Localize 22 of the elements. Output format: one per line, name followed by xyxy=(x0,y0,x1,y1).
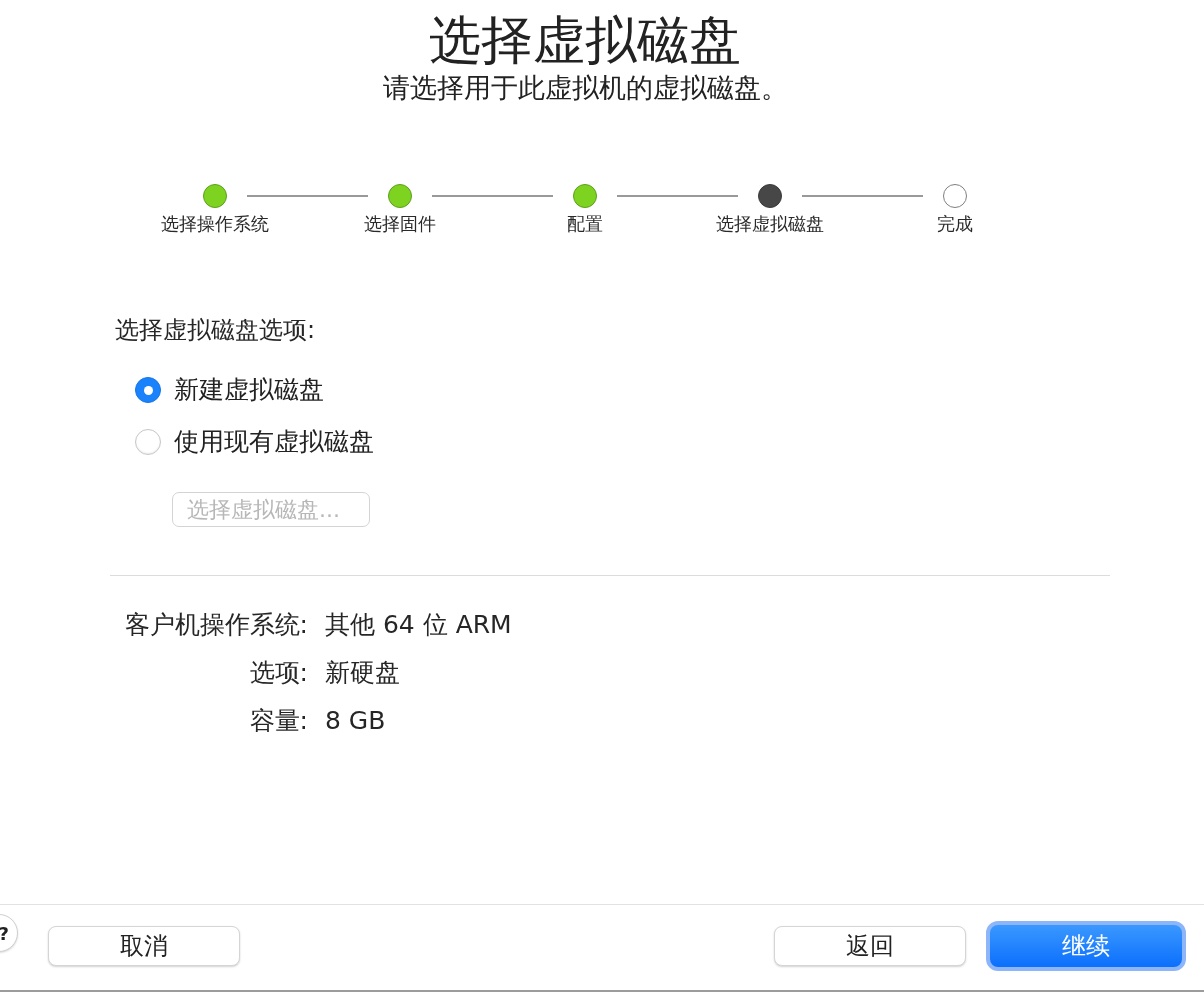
help-button[interactable]: ? xyxy=(0,914,18,952)
summary-value: 新硬盘 xyxy=(325,657,401,689)
step-label: 选择虚拟磁盘 xyxy=(715,213,824,235)
radio-label[interactable]: 新建虚拟磁盘 xyxy=(174,375,324,405)
summary-label: 容量: xyxy=(249,705,308,737)
primary-button[interactable]: 继续 xyxy=(986,921,1186,971)
summary-label: 选项: xyxy=(249,657,308,689)
summary-value: 8 GB xyxy=(325,705,387,737)
step-label: 配置 xyxy=(566,213,603,235)
radio-button[interactable] xyxy=(135,377,161,403)
step-label: 选择操作系统 xyxy=(160,213,269,235)
summary-value: 其他 64 位 ARM xyxy=(325,609,512,641)
dialog-button[interactable]: 取消 xyxy=(48,926,240,966)
radio-button[interactable] xyxy=(135,429,161,455)
step-label: 选择固件 xyxy=(363,213,436,235)
section-heading: 选择虚拟磁盘选项: xyxy=(115,315,316,345)
page-subtitle: 请选择用于此虚拟机的虚拟磁盘。 xyxy=(382,71,788,105)
summary-label: 客户机操作系统: xyxy=(124,609,308,641)
page-title: 选择虚拟磁盘 xyxy=(429,9,741,71)
step-label: 完成 xyxy=(936,213,973,235)
dialog-button[interactable]: 返回 xyxy=(774,926,966,966)
radio-label[interactable]: 使用现有虚拟磁盘 xyxy=(174,427,374,457)
